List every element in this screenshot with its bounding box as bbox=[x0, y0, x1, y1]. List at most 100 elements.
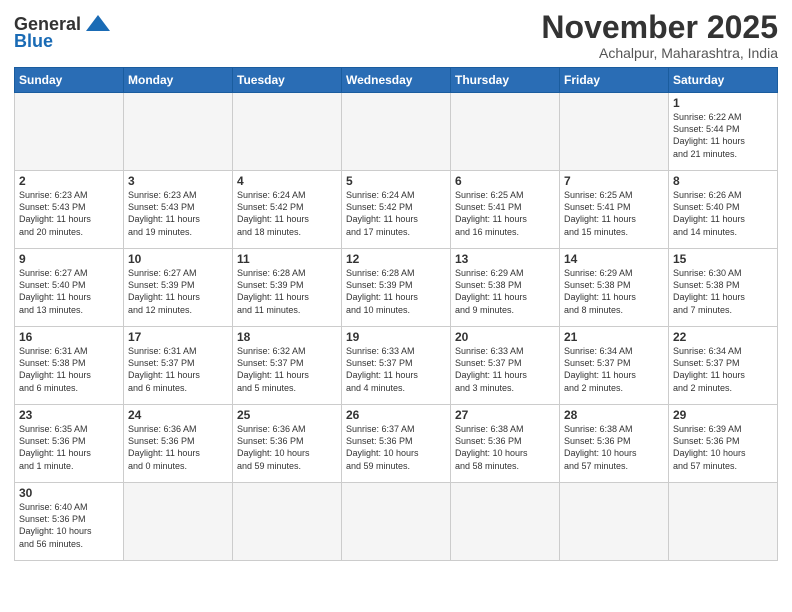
calendar-day: 7Sunrise: 6:25 AM Sunset: 5:41 PM Daylig… bbox=[560, 171, 669, 249]
calendar-day: 27Sunrise: 6:38 AM Sunset: 5:36 PM Dayli… bbox=[451, 405, 560, 483]
day-number: 1 bbox=[673, 96, 773, 110]
calendar-day: 9Sunrise: 6:27 AM Sunset: 5:40 PM Daylig… bbox=[15, 249, 124, 327]
day-number: 7 bbox=[564, 174, 664, 188]
calendar-day: 5Sunrise: 6:24 AM Sunset: 5:42 PM Daylig… bbox=[342, 171, 451, 249]
day-number: 30 bbox=[19, 486, 119, 500]
day-info: Sunrise: 6:38 AM Sunset: 5:36 PM Dayligh… bbox=[455, 423, 555, 472]
day-info: Sunrise: 6:28 AM Sunset: 5:39 PM Dayligh… bbox=[346, 267, 446, 316]
calendar-day: 4Sunrise: 6:24 AM Sunset: 5:42 PM Daylig… bbox=[233, 171, 342, 249]
day-info: Sunrise: 6:35 AM Sunset: 5:36 PM Dayligh… bbox=[19, 423, 119, 472]
calendar-day: 13Sunrise: 6:29 AM Sunset: 5:38 PM Dayli… bbox=[451, 249, 560, 327]
day-number: 28 bbox=[564, 408, 664, 422]
day-info: Sunrise: 6:36 AM Sunset: 5:36 PM Dayligh… bbox=[237, 423, 337, 472]
day-info: Sunrise: 6:28 AM Sunset: 5:39 PM Dayligh… bbox=[237, 267, 337, 316]
day-info: Sunrise: 6:38 AM Sunset: 5:36 PM Dayligh… bbox=[564, 423, 664, 472]
day-info: Sunrise: 6:31 AM Sunset: 5:37 PM Dayligh… bbox=[128, 345, 228, 394]
calendar-day: 14Sunrise: 6:29 AM Sunset: 5:38 PM Dayli… bbox=[560, 249, 669, 327]
day-number: 21 bbox=[564, 330, 664, 344]
location-text: Achalpur, Maharashtra, India bbox=[541, 45, 778, 61]
calendar-day: 29Sunrise: 6:39 AM Sunset: 5:36 PM Dayli… bbox=[669, 405, 778, 483]
day-number: 11 bbox=[237, 252, 337, 266]
day-number: 2 bbox=[19, 174, 119, 188]
page: General Blue November 2025 Achalpur, Mah… bbox=[0, 0, 792, 612]
calendar-day bbox=[669, 483, 778, 561]
calendar-day bbox=[233, 483, 342, 561]
calendar-day bbox=[342, 483, 451, 561]
day-number: 15 bbox=[673, 252, 773, 266]
day-number: 23 bbox=[19, 408, 119, 422]
day-number: 8 bbox=[673, 174, 773, 188]
day-number: 4 bbox=[237, 174, 337, 188]
logo: General Blue bbox=[14, 14, 112, 52]
day-info: Sunrise: 6:22 AM Sunset: 5:44 PM Dayligh… bbox=[673, 111, 773, 160]
logo-icon bbox=[84, 13, 112, 33]
day-number: 25 bbox=[237, 408, 337, 422]
day-info: Sunrise: 6:27 AM Sunset: 5:39 PM Dayligh… bbox=[128, 267, 228, 316]
day-info: Sunrise: 6:27 AM Sunset: 5:40 PM Dayligh… bbox=[19, 267, 119, 316]
calendar-day: 12Sunrise: 6:28 AM Sunset: 5:39 PM Dayli… bbox=[342, 249, 451, 327]
day-number: 9 bbox=[19, 252, 119, 266]
header-friday: Friday bbox=[560, 68, 669, 93]
day-info: Sunrise: 6:25 AM Sunset: 5:41 PM Dayligh… bbox=[564, 189, 664, 238]
logo-blue-text: Blue bbox=[14, 31, 53, 52]
calendar-day bbox=[451, 93, 560, 171]
calendar-day: 16Sunrise: 6:31 AM Sunset: 5:38 PM Dayli… bbox=[15, 327, 124, 405]
day-info: Sunrise: 6:34 AM Sunset: 5:37 PM Dayligh… bbox=[564, 345, 664, 394]
calendar-day: 22Sunrise: 6:34 AM Sunset: 5:37 PM Dayli… bbox=[669, 327, 778, 405]
calendar-day bbox=[560, 483, 669, 561]
calendar-day: 18Sunrise: 6:32 AM Sunset: 5:37 PM Dayli… bbox=[233, 327, 342, 405]
calendar-day bbox=[124, 93, 233, 171]
day-info: Sunrise: 6:39 AM Sunset: 5:36 PM Dayligh… bbox=[673, 423, 773, 472]
calendar-day: 1Sunrise: 6:22 AM Sunset: 5:44 PM Daylig… bbox=[669, 93, 778, 171]
day-info: Sunrise: 6:33 AM Sunset: 5:37 PM Dayligh… bbox=[455, 345, 555, 394]
header-sunday: Sunday bbox=[15, 68, 124, 93]
day-number: 27 bbox=[455, 408, 555, 422]
day-info: Sunrise: 6:24 AM Sunset: 5:42 PM Dayligh… bbox=[237, 189, 337, 238]
day-number: 14 bbox=[564, 252, 664, 266]
day-info: Sunrise: 6:36 AM Sunset: 5:36 PM Dayligh… bbox=[128, 423, 228, 472]
calendar-day bbox=[342, 93, 451, 171]
header-thursday: Thursday bbox=[451, 68, 560, 93]
calendar-day: 8Sunrise: 6:26 AM Sunset: 5:40 PM Daylig… bbox=[669, 171, 778, 249]
calendar: Sunday Monday Tuesday Wednesday Thursday… bbox=[14, 67, 778, 561]
calendar-day bbox=[233, 93, 342, 171]
calendar-day: 25Sunrise: 6:36 AM Sunset: 5:36 PM Dayli… bbox=[233, 405, 342, 483]
calendar-day: 17Sunrise: 6:31 AM Sunset: 5:37 PM Dayli… bbox=[124, 327, 233, 405]
title-block: November 2025 Achalpur, Maharashtra, Ind… bbox=[541, 10, 778, 61]
calendar-day: 3Sunrise: 6:23 AM Sunset: 5:43 PM Daylig… bbox=[124, 171, 233, 249]
day-number: 16 bbox=[19, 330, 119, 344]
day-info: Sunrise: 6:25 AM Sunset: 5:41 PM Dayligh… bbox=[455, 189, 555, 238]
day-number: 20 bbox=[455, 330, 555, 344]
calendar-day: 10Sunrise: 6:27 AM Sunset: 5:39 PM Dayli… bbox=[124, 249, 233, 327]
day-number: 6 bbox=[455, 174, 555, 188]
day-info: Sunrise: 6:23 AM Sunset: 5:43 PM Dayligh… bbox=[128, 189, 228, 238]
day-number: 12 bbox=[346, 252, 446, 266]
calendar-day: 11Sunrise: 6:28 AM Sunset: 5:39 PM Dayli… bbox=[233, 249, 342, 327]
calendar-day: 23Sunrise: 6:35 AM Sunset: 5:36 PM Dayli… bbox=[15, 405, 124, 483]
calendar-day: 30Sunrise: 6:40 AM Sunset: 5:36 PM Dayli… bbox=[15, 483, 124, 561]
calendar-day bbox=[451, 483, 560, 561]
day-number: 3 bbox=[128, 174, 228, 188]
day-info: Sunrise: 6:34 AM Sunset: 5:37 PM Dayligh… bbox=[673, 345, 773, 394]
calendar-day: 28Sunrise: 6:38 AM Sunset: 5:36 PM Dayli… bbox=[560, 405, 669, 483]
day-info: Sunrise: 6:29 AM Sunset: 5:38 PM Dayligh… bbox=[455, 267, 555, 316]
calendar-day: 24Sunrise: 6:36 AM Sunset: 5:36 PM Dayli… bbox=[124, 405, 233, 483]
day-number: 29 bbox=[673, 408, 773, 422]
day-info: Sunrise: 6:31 AM Sunset: 5:38 PM Dayligh… bbox=[19, 345, 119, 394]
day-info: Sunrise: 6:37 AM Sunset: 5:36 PM Dayligh… bbox=[346, 423, 446, 472]
header: General Blue November 2025 Achalpur, Mah… bbox=[14, 10, 778, 61]
calendar-day: 26Sunrise: 6:37 AM Sunset: 5:36 PM Dayli… bbox=[342, 405, 451, 483]
calendar-day: 19Sunrise: 6:33 AM Sunset: 5:37 PM Dayli… bbox=[342, 327, 451, 405]
calendar-day bbox=[560, 93, 669, 171]
header-saturday: Saturday bbox=[669, 68, 778, 93]
day-number: 5 bbox=[346, 174, 446, 188]
calendar-day: 15Sunrise: 6:30 AM Sunset: 5:38 PM Dayli… bbox=[669, 249, 778, 327]
calendar-day: 2Sunrise: 6:23 AM Sunset: 5:43 PM Daylig… bbox=[15, 171, 124, 249]
calendar-day: 6Sunrise: 6:25 AM Sunset: 5:41 PM Daylig… bbox=[451, 171, 560, 249]
day-number: 19 bbox=[346, 330, 446, 344]
day-info: Sunrise: 6:26 AM Sunset: 5:40 PM Dayligh… bbox=[673, 189, 773, 238]
calendar-day: 21Sunrise: 6:34 AM Sunset: 5:37 PM Dayli… bbox=[560, 327, 669, 405]
month-year-title: November 2025 bbox=[541, 10, 778, 45]
day-info: Sunrise: 6:32 AM Sunset: 5:37 PM Dayligh… bbox=[237, 345, 337, 394]
day-number: 10 bbox=[128, 252, 228, 266]
